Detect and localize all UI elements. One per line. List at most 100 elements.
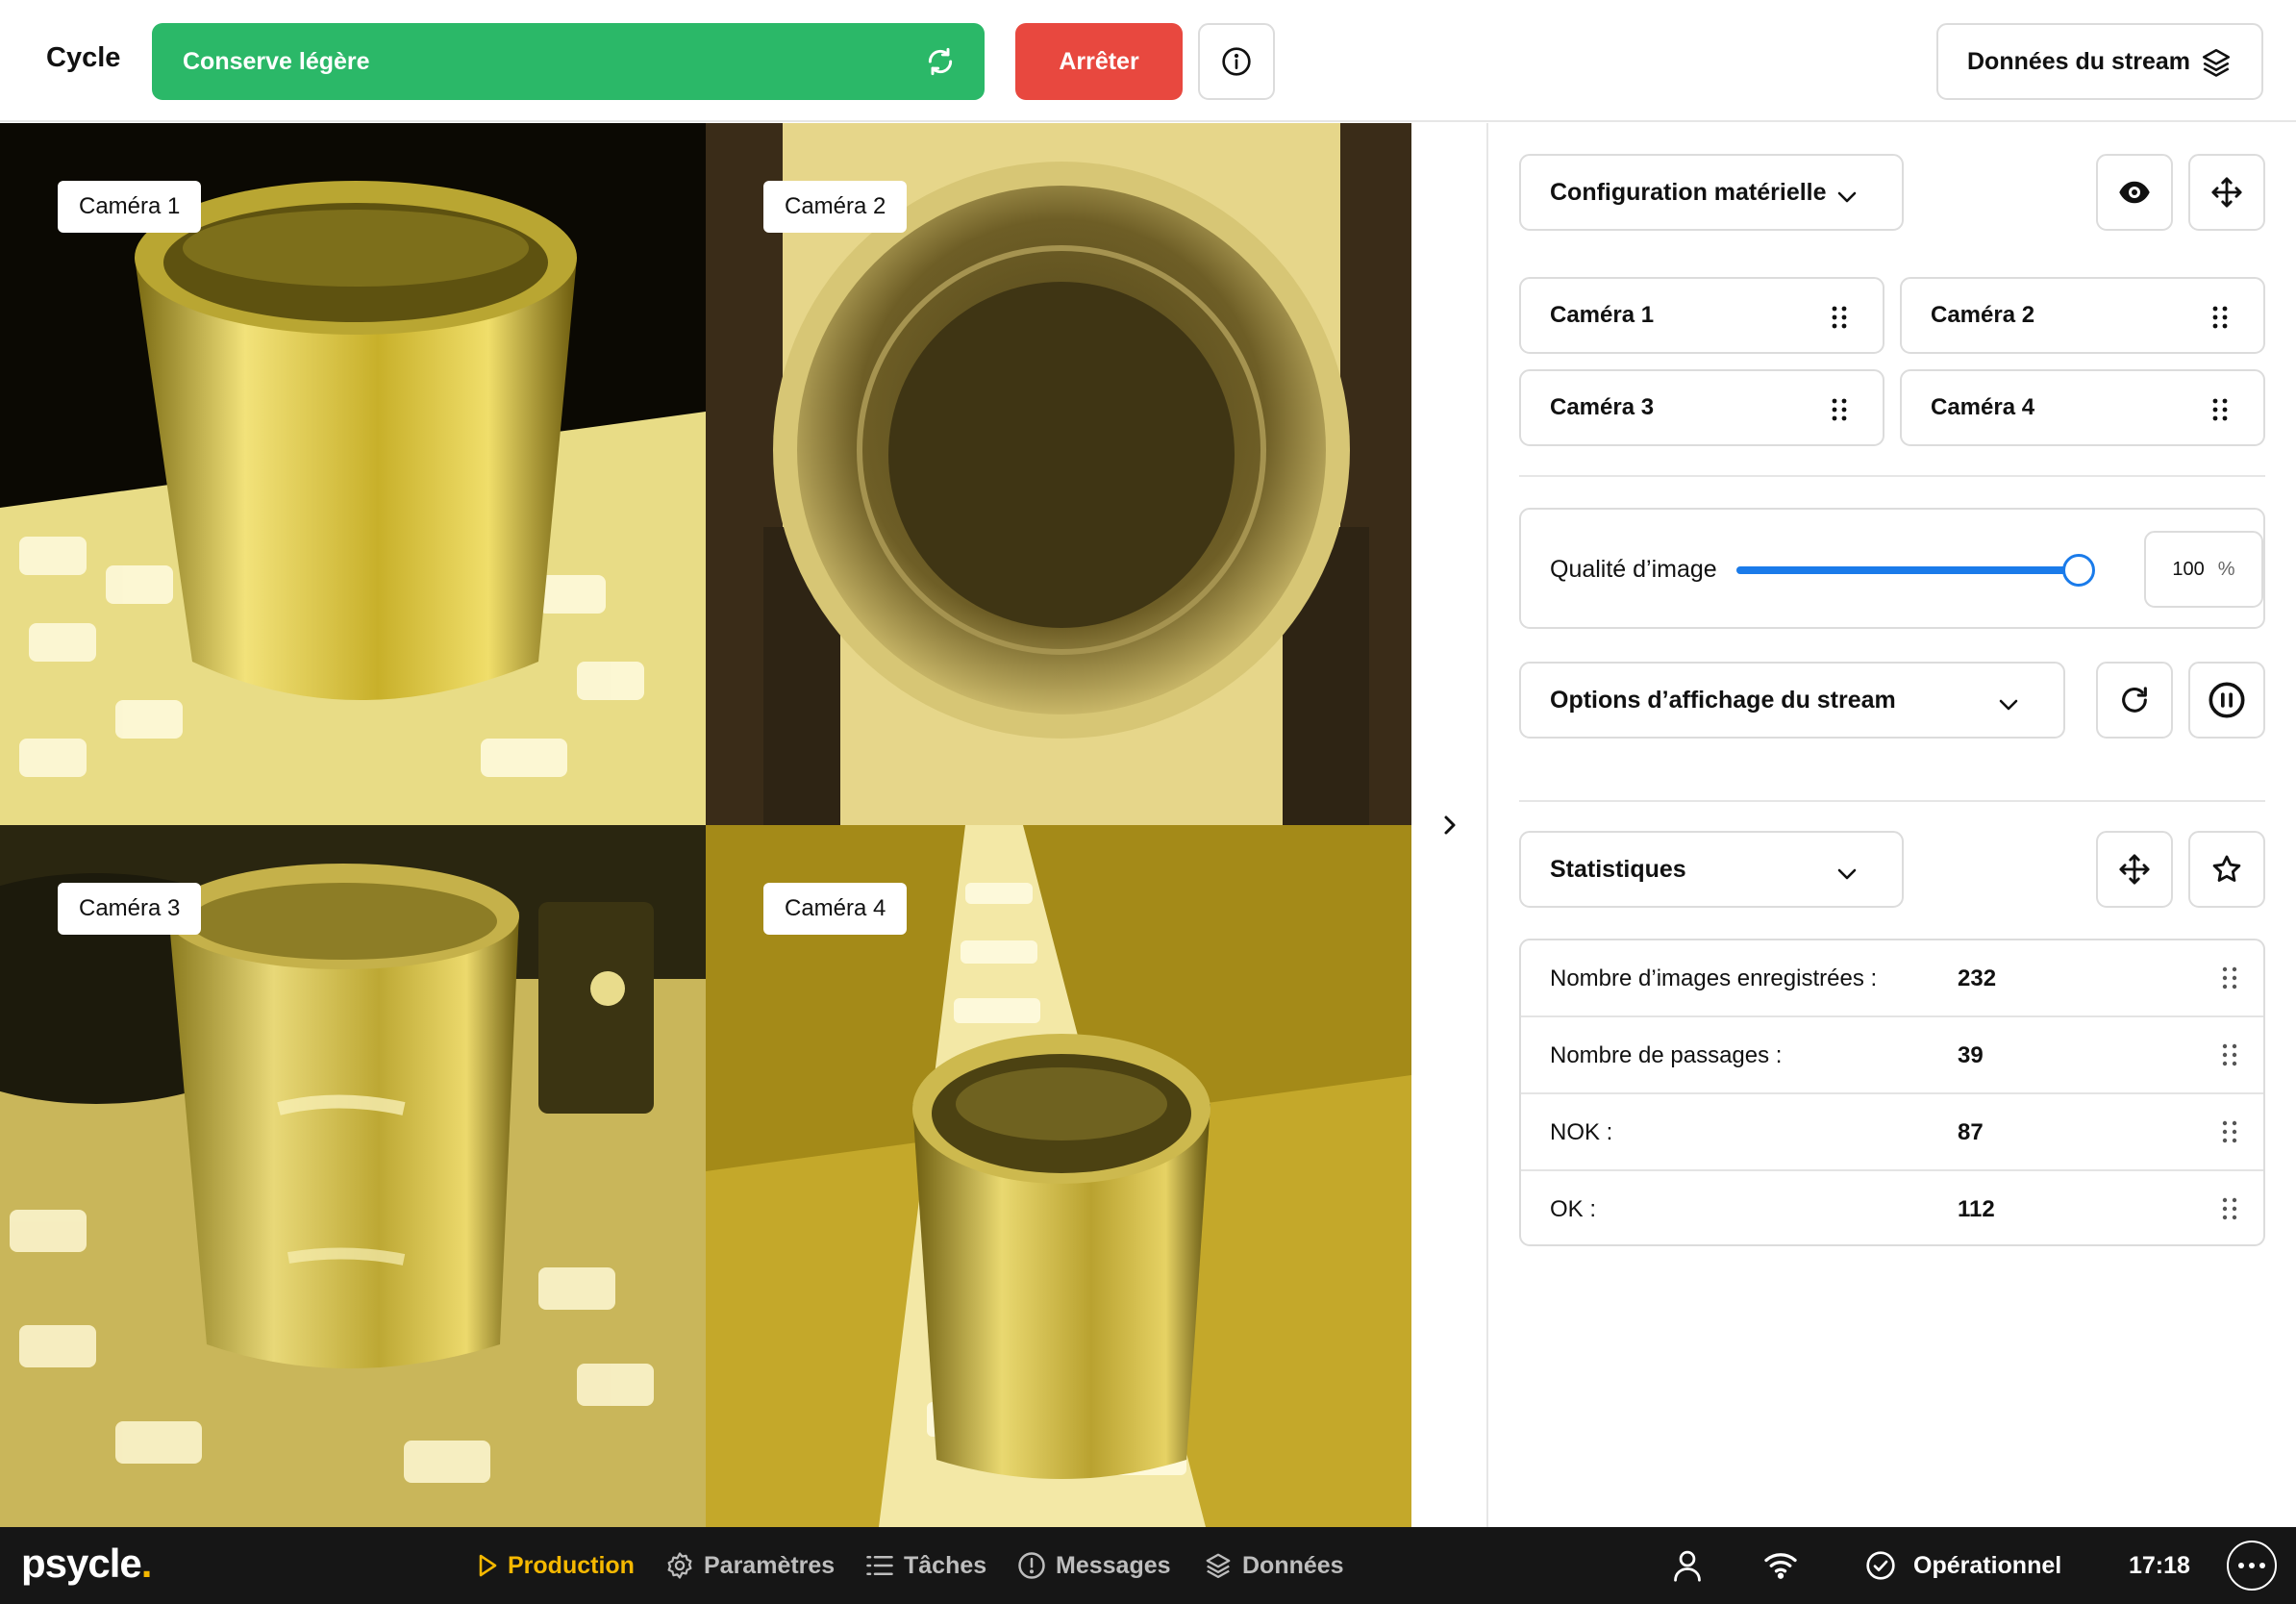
stat-row: Nombre de passages : 39 [1521, 1017, 2263, 1094]
pause-stream-button[interactable] [2188, 662, 2265, 739]
system-status: Opérationnel [1865, 1527, 2061, 1604]
stat-value: 39 [1958, 1042, 1984, 1068]
stat-row: Nombre d’images enregistrées : 232 [1521, 940, 2263, 1017]
move-button[interactable] [2188, 154, 2265, 231]
display-options-label: Options d’affichage du stream [1550, 686, 1896, 714]
logo-dot: . [140, 1541, 153, 1586]
nav-label: Tâches [904, 1551, 987, 1579]
play-icon [479, 1554, 497, 1577]
drag-handle-icon[interactable] [2221, 1042, 2238, 1067]
gear-icon [667, 1552, 692, 1579]
info-icon [1222, 47, 1251, 76]
stat-value: 232 [1958, 965, 1997, 991]
nav-label: Données [1242, 1551, 1344, 1579]
chevron-down-icon [1837, 191, 1857, 203]
user-icon[interactable] [1671, 1548, 1704, 1583]
stream-data-label: Données du stream [1967, 47, 2191, 75]
drag-handle-icon[interactable] [2221, 1196, 2238, 1221]
drag-handle-icon[interactable] [1831, 305, 1848, 330]
camera-2-label: Caméra 2 [763, 181, 908, 233]
reload-stream-button[interactable] [2096, 662, 2173, 739]
hardware-config-label: Configuration matérielle [1550, 178, 1827, 206]
list-icon [866, 1556, 893, 1575]
stat-label: NOK : [1550, 1119, 1613, 1145]
camera-item-label: Caméra 1 [1550, 302, 1655, 328]
drag-handle-icon[interactable] [2221, 965, 2238, 990]
statistics-table: Nombre d’images enregistrées : 232 Nombr… [1519, 939, 2265, 1246]
cycle-select[interactable]: Conserve légère [152, 23, 985, 100]
nav-taches[interactable]: Tâches [865, 1527, 986, 1604]
nav-messages[interactable]: Messages [1017, 1527, 1171, 1604]
stat-row: OK : 112 [1521, 1171, 2263, 1244]
nav-label: Messages [1056, 1551, 1171, 1579]
image-quality-label: Qualité d’image [1550, 556, 1717, 583]
camera-grid: Caméra 1 Caméra 2 Caméra 3 Caméra 4 [0, 123, 1411, 1527]
drag-handle-icon[interactable] [2211, 305, 2229, 330]
more-options-button[interactable] [2227, 1541, 2277, 1591]
camera-item-3[interactable]: Caméra 3 [1519, 369, 1884, 446]
display-options-dropdown[interactable]: Options d’affichage du stream [1519, 662, 2065, 739]
pause-icon [2209, 682, 2245, 718]
camera-3-feed[interactable]: Caméra 3 [0, 825, 706, 1527]
chevron-down-icon [1837, 868, 1857, 880]
stat-label: Nombre d’images enregistrées : [1550, 965, 1878, 991]
stat-label: OK : [1550, 1196, 1597, 1222]
wifi-icon[interactable] [1763, 1550, 1798, 1579]
alert-circle-icon [1018, 1552, 1045, 1579]
cycle-label: Cycle [46, 42, 121, 73]
layers-icon [1206, 1553, 1231, 1578]
visibility-button[interactable] [2096, 154, 2173, 231]
camera-item-label: Caméra 3 [1550, 394, 1655, 420]
refresh-icon[interactable] [925, 46, 956, 77]
drag-handle-icon[interactable] [2211, 397, 2229, 422]
stop-button[interactable]: Arrêter [1015, 23, 1183, 100]
stat-value: 112 [1958, 1196, 1995, 1222]
stat-value: 87 [1958, 1119, 1984, 1145]
clock: 17:18 [2129, 1552, 2190, 1579]
psycle-logo: psycle. [21, 1541, 153, 1587]
section-divider [1519, 475, 2265, 477]
slider-knob[interactable] [2062, 554, 2095, 587]
image-quality-value: 100 [2172, 558, 2205, 580]
move-icon [2119, 854, 2150, 885]
bottom-navigation-bar: psycle. Production Paramètres Tâches Mes… [0, 1527, 2296, 1604]
camera-4-feed[interactable]: Caméra 4 [706, 825, 1411, 1527]
status-label: Opérationnel [1913, 1551, 2062, 1579]
nav-label: Production [508, 1551, 635, 1579]
camera-item-2[interactable]: Caméra 2 [1900, 277, 2265, 354]
star-icon [2212, 855, 2241, 882]
camera-item-1[interactable]: Caméra 1 [1519, 277, 1884, 354]
image-quality-input[interactable]: 100 % [2144, 531, 2263, 608]
info-button[interactable] [1198, 23, 1275, 100]
stream-data-button[interactable]: Données du stream [1936, 23, 2263, 100]
check-circle-icon [1866, 1551, 1895, 1580]
layers-icon [2202, 48, 2231, 77]
nav-production[interactable]: Production [477, 1527, 635, 1604]
stat-label: Nombre de passages : [1550, 1042, 1783, 1068]
drag-handle-icon[interactable] [2221, 1119, 2238, 1144]
hardware-config-dropdown[interactable]: Configuration matérielle [1519, 154, 1904, 231]
camera-1-feed[interactable]: Caméra 1 [0, 123, 706, 825]
chevron-right-icon[interactable] [1438, 810, 1461, 840]
move-statistics-button[interactable] [2096, 831, 2173, 908]
drag-handle-icon[interactable] [1831, 397, 1848, 422]
favorite-button[interactable] [2188, 831, 2265, 908]
eye-icon [2119, 181, 2150, 204]
camera-2-feed[interactable]: Caméra 2 [706, 123, 1411, 825]
move-icon [2211, 177, 2242, 208]
image-quality-unit: % [2217, 558, 2235, 580]
image-quality-slider[interactable] [1736, 554, 2095, 587]
nav-parametres[interactable]: Paramètres [665, 1527, 835, 1604]
nav-donnees[interactable]: Données [1204, 1527, 1344, 1604]
reload-icon [2122, 687, 2147, 713]
statistics-label: Statistiques [1550, 855, 1686, 883]
camera-3-label: Caméra 3 [58, 883, 202, 935]
settings-panel: Configuration matérielle Caméra 1 Caméra… [1488, 123, 2296, 1527]
statistics-dropdown[interactable]: Statistiques [1519, 831, 1904, 908]
section-divider [1519, 800, 2265, 802]
camera-item-4[interactable]: Caméra 4 [1900, 369, 2265, 446]
nav-label: Paramètres [704, 1551, 836, 1579]
stat-row: NOK : 87 [1521, 1094, 2263, 1171]
image-quality-card: Qualité d’image 100 % [1519, 508, 2265, 629]
camera-4-label: Caméra 4 [763, 883, 908, 935]
